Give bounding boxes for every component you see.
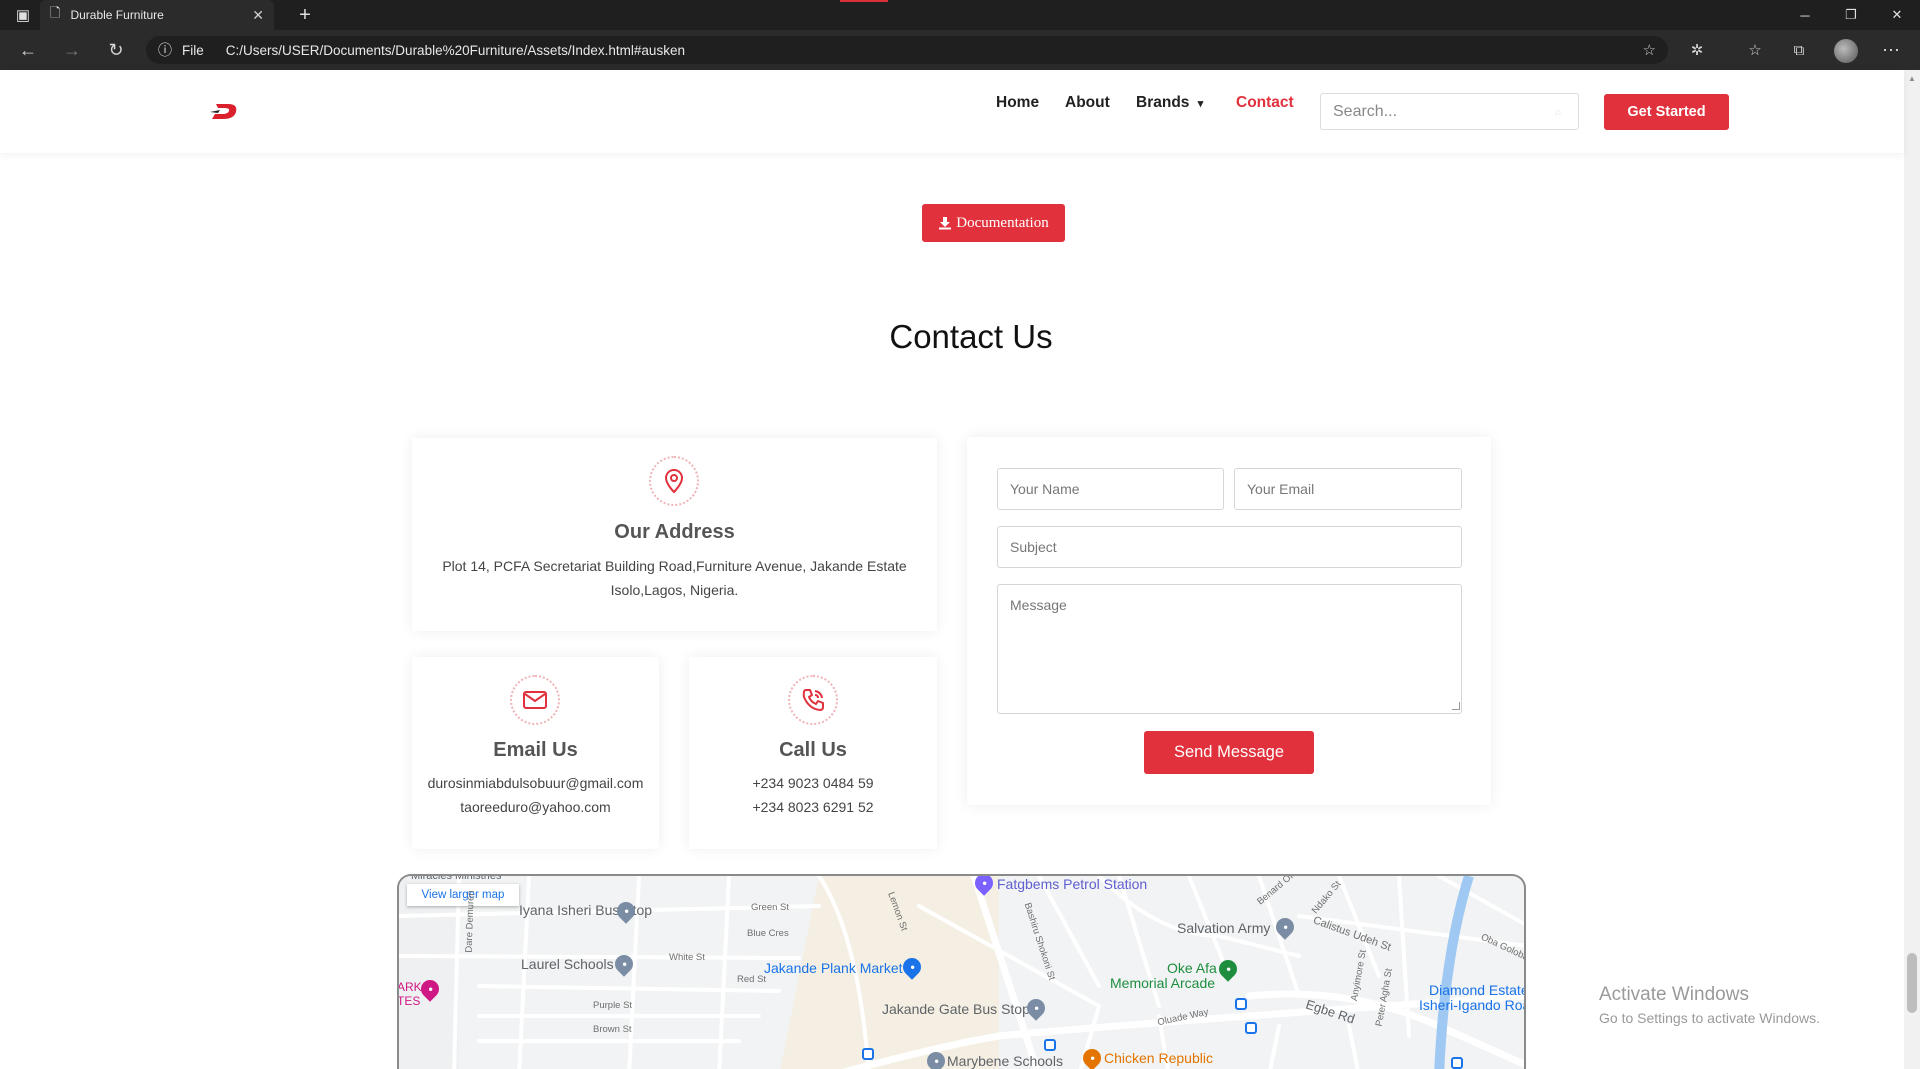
scrollbar-thumb[interactable] (1907, 953, 1917, 1013)
contact-title: Contact Us (889, 318, 1053, 355)
search-placeholder: Search... (1333, 102, 1398, 120)
search-icon[interactable]: ⌕ (1555, 104, 1562, 120)
address-title: Our Address (614, 521, 735, 543)
envelope-icon (510, 675, 560, 725)
view-larger-map-link[interactable]: View larger map (407, 884, 519, 906)
add-favorite-icon[interactable]: ☆ (1643, 41, 1656, 59)
address-line-1: Plot 14, PCFA Secretariat Building Road,… (442, 558, 907, 574)
profile-avatar[interactable] (1834, 39, 1858, 63)
nav-brands-label: Brands (1136, 94, 1190, 111)
activate-subtitle: Go to Settings to activate Windows. (1599, 1010, 1820, 1026)
bus-stop-icon[interactable] (1451, 1057, 1463, 1069)
nav-about[interactable]: About (1065, 94, 1110, 112)
map-place-laurel[interactable]: Laurel Schools (521, 956, 614, 972)
new-tab-icon[interactable]: + (294, 4, 316, 26)
documentation-label: Documentation (956, 214, 1049, 231)
bus-stop-icon[interactable] (1245, 1022, 1257, 1034)
email-line-2: taoreeduro@yahoo.com (460, 799, 611, 815)
phone-line-1: +234 9023 0484 59 (752, 775, 874, 791)
scroll-up-arrow-icon[interactable]: ▲ (1907, 74, 1917, 84)
info-icon[interactable]: ⓘ (158, 40, 172, 60)
email-field[interactable] (1234, 468, 1462, 510)
browser-tab-bar: ▣ 🗋 Durable Furniture ✕ + ─ ❐ ✕ (0, 0, 1920, 30)
name-field[interactable] (997, 468, 1224, 510)
download-icon (939, 217, 952, 230)
map-street-red: Red St (737, 974, 767, 985)
page-icon: 🗋 (50, 5, 61, 20)
documentation-button[interactable]: Documentation (922, 204, 1065, 242)
tab-indicator (840, 0, 888, 2)
call-title: Call Us (779, 739, 847, 761)
search-input[interactable]: Search... ⌕ (1320, 93, 1579, 130)
send-message-button[interactable]: Send Message (1144, 731, 1314, 774)
forward-icon[interactable]: → (60, 38, 84, 62)
map-street-dare: Dare Demuren (463, 890, 477, 953)
nav-brands[interactable]: Brands ▾ (1136, 94, 1203, 112)
activate-title: Activate Windows (1599, 984, 1749, 1005)
back-icon[interactable]: ← (16, 38, 40, 62)
address-line-2: Isolo,Lagos, Nigeria. (610, 582, 739, 598)
nav-contact[interactable]: Contact (1236, 94, 1294, 112)
map-place-marybene[interactable]: Marybene Schools (947, 1053, 1063, 1069)
address-bar-row: ← → ↻ ⓘ File C:/Users/USER/Documents/Dur… (0, 30, 1920, 70)
address-card: Our Address Plot 14, PCFA Secretariat Bu… (412, 438, 937, 631)
email-card: Email Us durosinmiabdulsobuur@gmail.com … (412, 657, 659, 849)
get-started-button[interactable]: Get Started (1604, 94, 1729, 130)
call-card: Call Us +234 9023 0484 59 +234 8023 6291… (689, 657, 937, 849)
tab-actions-icon[interactable]: ▣ (12, 4, 34, 26)
close-window-icon[interactable]: ✕ (1874, 0, 1920, 30)
map-place-okeafa-2[interactable]: Memorial Arcade (1110, 975, 1215, 991)
map-place-park-2: TES (397, 994, 421, 1008)
map-street-green: Green St (751, 902, 790, 913)
subject-field[interactable] (997, 526, 1462, 568)
url-scheme-label: File (182, 42, 204, 58)
textarea-resize-handle[interactable] (1452, 702, 1460, 710)
page-scrollbar[interactable] (1904, 70, 1920, 1069)
email-line-1: durosinmiabdulsobuur@gmail.com (427, 775, 644, 791)
map-place-okeafa-1[interactable]: Oke Afa (1167, 960, 1217, 976)
windows-activation-watermark: Activate Windows Go to Settings to activ… (1599, 984, 1820, 1026)
message-field[interactable] (997, 584, 1462, 714)
map-place-gate[interactable]: Jakande Gate Bus Stop (882, 1001, 1030, 1017)
location-pin-icon (649, 456, 699, 506)
minimize-icon[interactable]: ─ (1782, 0, 1828, 30)
phone-line-2: +234 8023 6291 52 (752, 799, 874, 815)
map-place-plank[interactable]: Jakande Plank Market (764, 960, 903, 976)
map-street-brown: Brown St (593, 1024, 632, 1035)
email-title: Email Us (493, 739, 578, 761)
collections-icon[interactable]: ⧉ (1788, 39, 1810, 61)
map-street-purple: Purple St (593, 1000, 633, 1011)
bus-stop-icon[interactable] (862, 1048, 874, 1060)
map-place-salvation[interactable]: Salvation Army (1177, 920, 1270, 936)
map-street-white: White St (669, 952, 705, 963)
brand-logo[interactable] (210, 100, 240, 122)
map-street-blue: Blue Cres (747, 928, 789, 939)
browser-tab[interactable]: 🗋 Durable Furniture ✕ (40, 0, 274, 30)
bus-stop-icon[interactable] (1044, 1039, 1056, 1051)
favorites-icon[interactable]: ☆ (1744, 39, 1766, 61)
map-place-diamond-1[interactable]: Diamond Estate (1429, 982, 1524, 998)
tab-close-icon[interactable]: ✕ (252, 7, 264, 24)
restore-icon[interactable]: ❐ (1828, 0, 1874, 30)
url-text: C:/Users/USER/Documents/Durable%20Furnit… (225, 42, 685, 58)
nav-home[interactable]: Home (996, 94, 1039, 112)
phone-icon (788, 675, 838, 725)
more-menu-icon[interactable]: ⋯ (1880, 39, 1902, 61)
tab-title: Durable Furniture (70, 8, 164, 22)
bus-stop-icon[interactable] (1235, 998, 1247, 1010)
refresh-icon[interactable]: ↻ (104, 38, 128, 62)
map-place-chicken[interactable]: Chicken Republic (1104, 1050, 1213, 1066)
location-map[interactable]: View larger map Miracles Ministries Iyan… (397, 874, 1526, 1069)
map-place-park-1: ARK (397, 980, 422, 994)
chevron-down-icon: ▾ (1197, 98, 1204, 110)
map-place-miracles: Miracles Ministries (411, 874, 502, 882)
extensions-icon[interactable]: ✲ (1686, 39, 1708, 61)
map-place-diamond-2[interactable]: Isheri-Igando Road (1419, 997, 1524, 1013)
map-place-fatgbems[interactable]: Fatgbems Petrol Station (997, 876, 1147, 892)
url-input[interactable]: ⓘ File C:/Users/USER/Documents/Durable%2… (146, 36, 1668, 64)
